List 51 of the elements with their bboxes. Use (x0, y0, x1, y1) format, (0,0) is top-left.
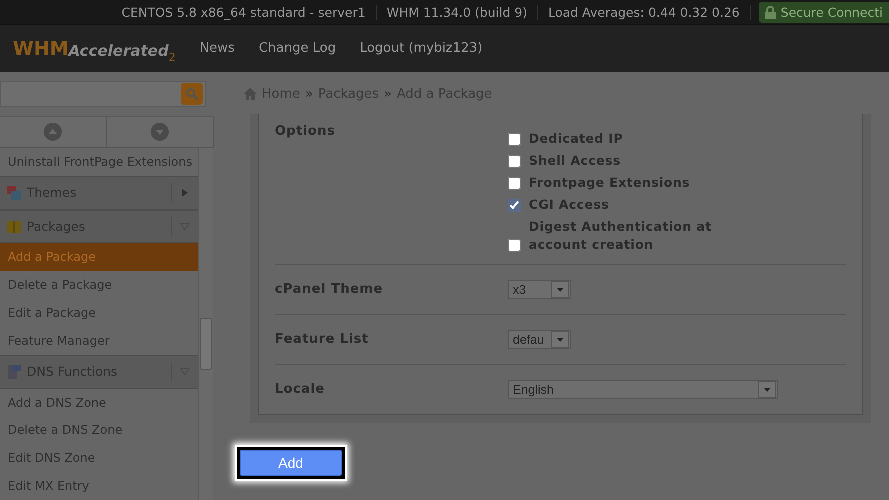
logo-subtitle: Accelerated (68, 42, 169, 60)
secure-connection-badge: Secure Connecti (758, 2, 889, 22)
sidebar-item[interactable]: Edit DNS Zone (0, 444, 198, 472)
logo-text: WHM (13, 38, 69, 60)
field-label: Locale (275, 382, 326, 397)
sidebar-item[interactable]: Feature Manager (0, 327, 198, 355)
box-icon (6, 218, 22, 235)
sidebar-item[interactable]: Delete a Package (0, 271, 198, 300)
nav-link[interactable]: Logout (mybiz123) (348, 41, 495, 56)
option-checkbox[interactable]: CGI Access (508, 196, 768, 214)
server-info: WHM 11.34.0 (build 9) (376, 4, 538, 20)
dropdown[interactable]: x3 (508, 280, 571, 299)
server-info: Load Averages: 0.44 0.32 0.26 (538, 4, 751, 20)
option-checkbox[interactable]: Dedicated IP (508, 130, 768, 148)
add-button[interactable]: Add (240, 450, 342, 476)
expand-icon (181, 188, 189, 198)
checkbox[interactable] (508, 239, 521, 252)
dropdown[interactable]: English (508, 380, 778, 399)
logo-version: 2 (168, 50, 176, 64)
option-checkbox[interactable]: Frontpage Extensions (508, 174, 768, 192)
field-label: Options (275, 124, 336, 139)
search-icon (186, 88, 198, 100)
field-label: cPanel Theme (275, 282, 384, 297)
caret-icon (556, 288, 564, 292)
sidebar-item[interactable]: Add a DNS Zone (0, 388, 198, 416)
checkbox[interactable] (508, 177, 521, 190)
dropdown[interactable]: defau (508, 330, 571, 349)
sidebar-item[interactable]: Add a Package (0, 243, 198, 272)
nav-link[interactable]: Change Log (246, 41, 348, 56)
server-icon (6, 364, 22, 380)
field-label: Feature List (275, 332, 370, 347)
checkbox[interactable] (508, 155, 521, 168)
caret-icon (556, 338, 564, 342)
lock-icon (764, 6, 776, 18)
checkbox[interactable] (508, 133, 521, 146)
sidebar-item[interactable]: Uninstall FrontPage Extensions (0, 148, 198, 176)
sidebar-item[interactable]: Edit MX Entry (0, 472, 198, 500)
windows-icon (6, 184, 22, 201)
server-info: CENTOS 5.8 x86_64 standard - server1 (112, 4, 377, 20)
breadcrumb-separator: » (384, 86, 392, 102)
option-checkbox[interactable]: Shell Access (508, 152, 768, 170)
option-checkbox[interactable]: Digest Authentication at account creation (508, 218, 768, 254)
home-icon (244, 88, 257, 100)
breadcrumb-separator: » (305, 86, 314, 102)
sidebar-item[interactable]: Edit a Package (0, 299, 198, 327)
scrollbar[interactable] (198, 148, 213, 500)
nav-link[interactable]: News (188, 41, 247, 56)
checkbox[interactable] (508, 199, 521, 212)
search-field[interactable] (0, 81, 206, 107)
sidebar-item[interactable]: Delete a DNS Zone (0, 416, 198, 444)
caret-icon (764, 388, 770, 392)
